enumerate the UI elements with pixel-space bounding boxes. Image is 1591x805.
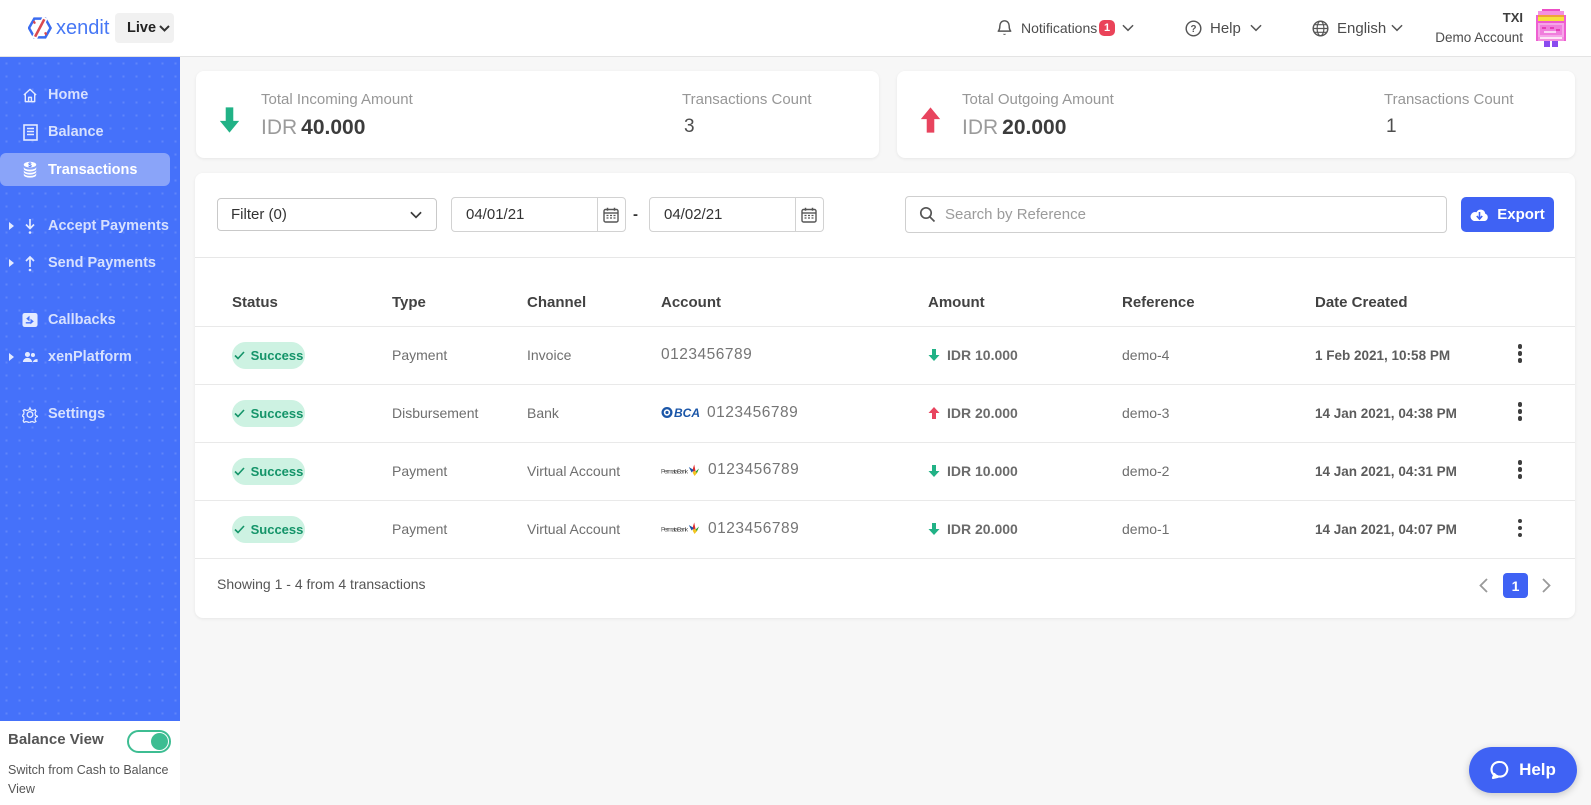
svg-text:BCA: BCA <box>674 406 700 419</box>
svg-text:?: ? <box>1191 23 1197 34</box>
svg-text:$: $ <box>28 162 32 169</box>
svg-text:PermataBank: PermataBank <box>661 468 689 475</box>
svg-text:PermataBank: PermataBank <box>661 527 689 534</box>
